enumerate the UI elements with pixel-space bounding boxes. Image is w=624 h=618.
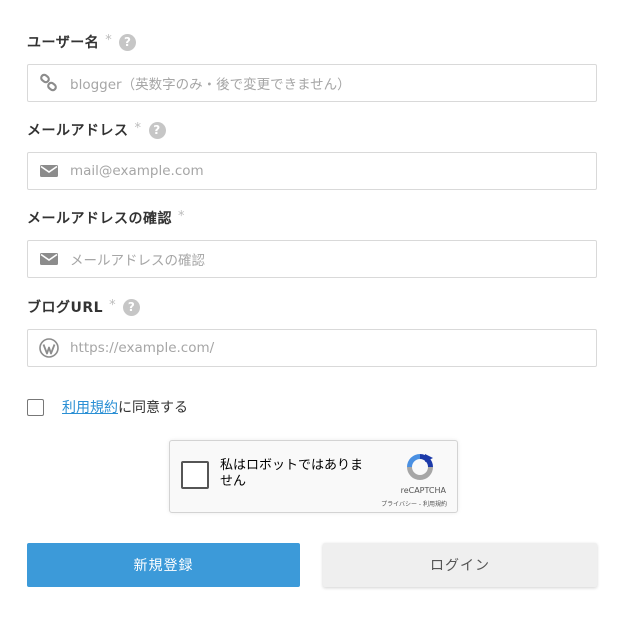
recaptcha-label: 私はロボットではありません <box>220 458 364 489</box>
username-label: ユーザー名 <box>27 35 100 51</box>
required-mark: * <box>105 32 113 48</box>
login-button[interactable]: ログイン <box>323 543 597 587</box>
recaptcha-checkbox[interactable] <box>181 461 209 489</box>
recaptcha-links[interactable]: プライバシー - 利用規約 <box>381 499 447 508</box>
required-mark: * <box>109 297 117 313</box>
username-label-row: ユーザー名 * ? <box>27 30 597 54</box>
terms-checkbox[interactable] <box>27 398 44 416</box>
link-icon <box>38 72 60 94</box>
blog-url-field: ブログURL * ? https://example.com/ <box>27 295 597 367</box>
blog-url-input[interactable]: https://example.com/ <box>27 329 597 367</box>
recaptcha-logo-icon <box>403 450 437 484</box>
register-button[interactable]: 新規登録 <box>27 543 300 587</box>
email-label-row: メールアドレス * ? <box>27 118 597 142</box>
terms-link[interactable]: 利用規約 <box>62 397 118 417</box>
email-placeholder: mail@example.com <box>70 163 204 179</box>
help-icon[interactable]: ? <box>123 298 141 316</box>
mail-icon <box>38 160 60 182</box>
required-mark: * <box>134 120 142 136</box>
email-label: メールアドレス <box>27 123 129 139</box>
email-confirm-field: メールアドレスの確認 * メールアドレスの確認 <box>27 206 597 278</box>
recaptcha-brand: reCAPTCHA <box>400 486 446 495</box>
username-input[interactable]: blogger（英数字のみ・後で変更できません） <box>27 64 597 102</box>
blog-url-label-row: ブログURL * ? <box>27 295 597 319</box>
mail-icon <box>38 248 60 270</box>
email-confirm-label: メールアドレスの確認 <box>27 211 172 227</box>
email-confirm-placeholder: メールアドレスの確認 <box>70 253 205 269</box>
username-field: ユーザー名 * ? blogger（英数字のみ・後で変更できません） <box>27 30 597 102</box>
help-icon[interactable]: ? <box>119 33 137 51</box>
blog-url-placeholder: https://example.com/ <box>70 340 215 356</box>
username-placeholder: blogger（英数字のみ・後で変更できません） <box>70 77 351 93</box>
terms-agreement: 利用規約 に同意する <box>27 397 188 417</box>
email-input[interactable]: mail@example.com <box>27 152 597 190</box>
email-confirm-label-row: メールアドレスの確認 * <box>27 206 597 230</box>
help-icon[interactable]: ? <box>148 121 166 139</box>
recaptcha-widget: 私はロボットではありません reCAPTCHA プライバシー - 利用規約 <box>169 440 458 513</box>
required-mark: * <box>178 208 185 224</box>
wordpress-icon <box>38 337 60 359</box>
terms-suffix: に同意する <box>118 400 188 416</box>
email-confirm-input[interactable]: メールアドレスの確認 <box>27 240 597 278</box>
blog-url-label: ブログURL <box>27 300 104 316</box>
email-field: メールアドレス * ? mail@example.com <box>27 118 597 190</box>
